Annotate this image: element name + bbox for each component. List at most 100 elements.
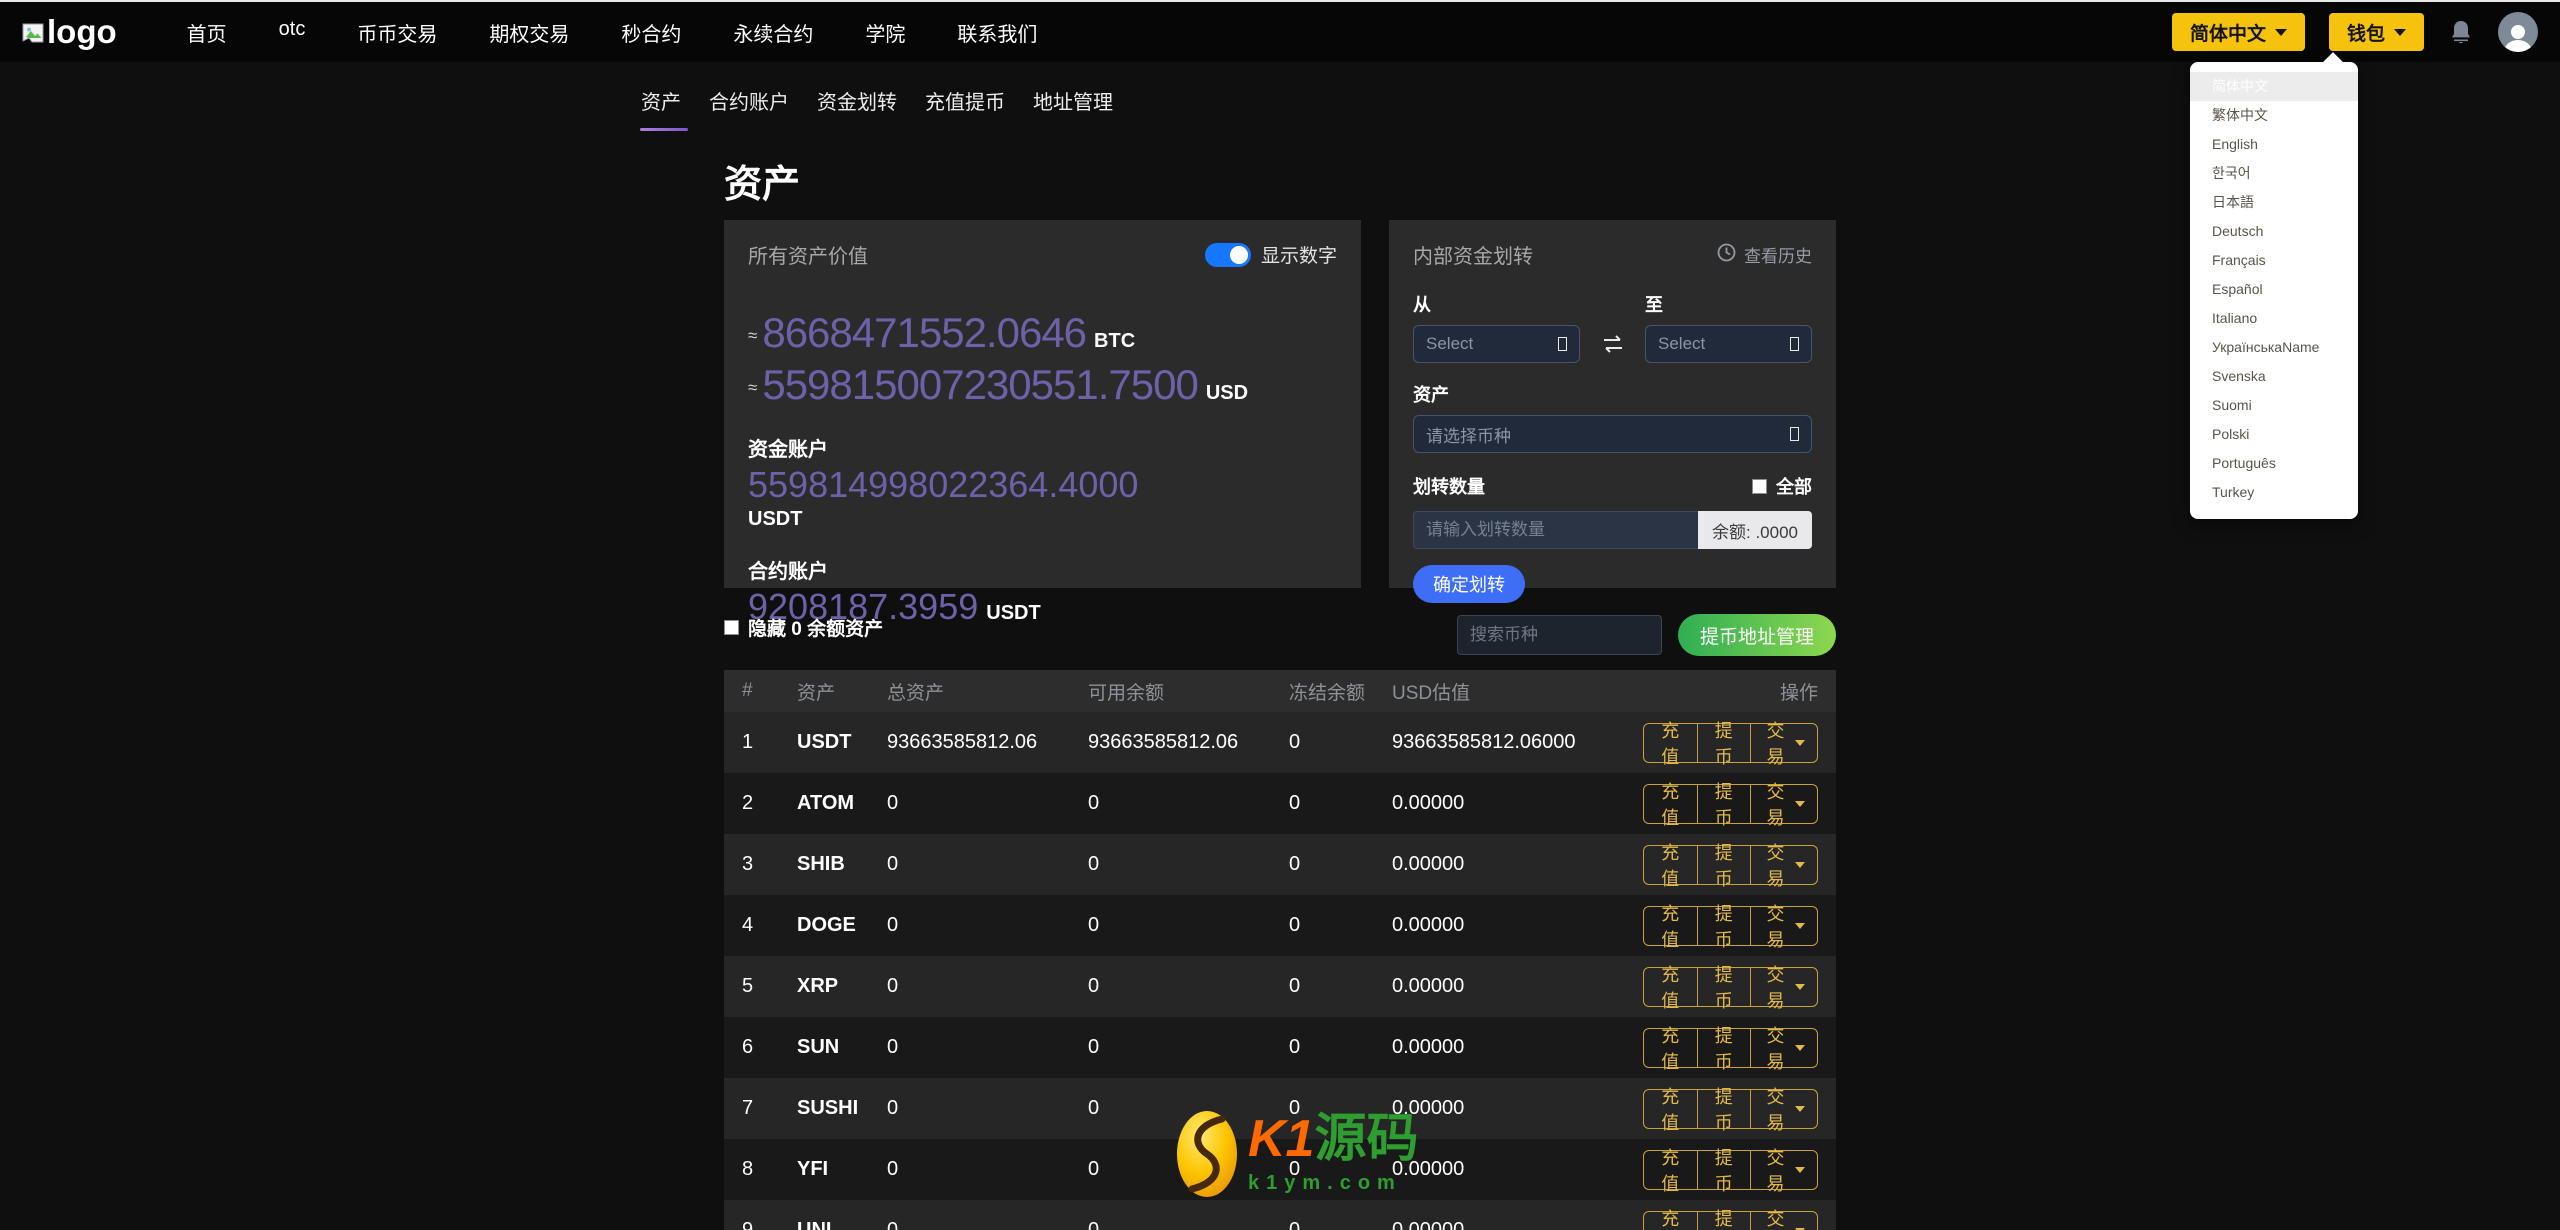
deposit-button[interactable]: 充值 xyxy=(1643,906,1698,946)
deposit-button[interactable]: 充值 xyxy=(1643,845,1698,885)
user-avatar[interactable] xyxy=(2498,12,2538,52)
language-option[interactable]: Português xyxy=(2190,449,2358,478)
from-select[interactable]: Select xyxy=(1413,325,1580,363)
hide-zero-checkbox[interactable] xyxy=(724,620,739,635)
withdraw-button[interactable]: 提币 xyxy=(1697,906,1752,946)
withdraw-button[interactable]: 提币 xyxy=(1697,723,1752,763)
main-content: 资产 所有资产价值 显示数字 ≈8668471552.0646BTC ≈5598… xyxy=(724,153,1836,1230)
asset-select[interactable]: 请选择币种 xyxy=(1413,415,1812,453)
row-available: 0 xyxy=(1088,1219,1289,1230)
nav-item[interactable]: 首页 xyxy=(187,18,227,47)
deposit-button[interactable]: 充值 xyxy=(1643,1089,1698,1129)
withdraw-address-button[interactable]: 提币地址管理 xyxy=(1678,614,1836,656)
nav-item[interactable]: 学院 xyxy=(865,18,905,47)
row-available: 0 xyxy=(1088,914,1289,937)
language-option[interactable]: Turkey xyxy=(2190,478,2358,507)
row-coin: ATOM xyxy=(797,792,887,815)
language-button[interactable]: 简体中文 xyxy=(2172,13,2305,51)
row-coin: DOGE xyxy=(797,914,887,937)
nav-item[interactable]: 秒合约 xyxy=(621,18,681,47)
from-label: 从 xyxy=(1413,291,1580,317)
nav-item[interactable]: 永续合约 xyxy=(733,18,813,47)
nav-item[interactable]: 期权交易 xyxy=(489,18,569,47)
language-option[interactable]: Polski xyxy=(2190,420,2358,449)
nav-item[interactable]: 联系我们 xyxy=(957,18,1037,47)
watermark-title: K1源码 xyxy=(1248,1110,1419,1168)
trade-dropdown-button[interactable]: 交易 xyxy=(1750,1211,1818,1230)
deposit-button[interactable]: 充值 xyxy=(1643,784,1698,824)
language-option[interactable]: 简体中文 xyxy=(2190,72,2358,101)
language-option[interactable]: Español xyxy=(2190,275,2358,304)
view-history-link[interactable]: 查看历史 xyxy=(1717,242,1812,267)
subnav-tab[interactable]: 合约账户 xyxy=(707,86,791,131)
row-coin: UNI xyxy=(797,1219,887,1230)
row-coin: YFI xyxy=(797,1158,887,1181)
withdraw-button[interactable]: 提币 xyxy=(1697,1211,1752,1230)
assets-table-header: # 资产 总资产 可用余额 冻结余额 USD估值 操作 xyxy=(724,670,1836,712)
toggle-switch-icon[interactable] xyxy=(1205,243,1251,267)
trade-dropdown-button[interactable]: 交易 xyxy=(1750,906,1818,946)
search-coin-input[interactable] xyxy=(1457,615,1662,655)
row-usd: 0.00000 xyxy=(1392,853,1643,876)
subnav-tab[interactable]: 资金划转 xyxy=(815,86,899,131)
language-option[interactable]: Deutsch xyxy=(2190,217,2358,246)
from-select-placeholder: Select xyxy=(1426,334,1473,354)
trade-dropdown-button[interactable]: 交易 xyxy=(1750,1028,1818,1068)
confirm-transfer-button[interactable]: 确定划转 xyxy=(1413,565,1525,603)
row-index: 8 xyxy=(742,1158,797,1181)
wallet-button[interactable]: 钱包 xyxy=(2329,13,2424,51)
deposit-button[interactable]: 充值 xyxy=(1643,1211,1698,1230)
assets-panel-title: 所有资产价值 xyxy=(748,240,868,269)
subnav-tab[interactable]: 充值提币 xyxy=(923,86,1007,131)
withdraw-button[interactable]: 提币 xyxy=(1697,784,1752,824)
notification-bell-icon[interactable] xyxy=(2448,18,2474,46)
trade-label: 交易 xyxy=(1763,961,1788,1013)
swap-direction-icon[interactable] xyxy=(1580,333,1645,355)
subnav-tab[interactable]: 地址管理 xyxy=(1031,86,1115,131)
show-numbers-toggle[interactable]: 显示数字 xyxy=(1205,241,1337,268)
trade-dropdown-button[interactable]: 交易 xyxy=(1750,967,1818,1007)
row-coin: SUN xyxy=(797,1036,887,1059)
deposit-button[interactable]: 充值 xyxy=(1643,967,1698,1007)
logo[interactable]: logo xyxy=(22,13,117,51)
amount-label: 划转数量 xyxy=(1413,473,1485,499)
col-asset: 资产 xyxy=(797,678,887,705)
trade-dropdown-button[interactable]: 交易 xyxy=(1750,845,1818,885)
language-option[interactable]: Italiano xyxy=(2190,304,2358,333)
language-option[interactable]: 日本語 xyxy=(2190,188,2358,217)
language-option[interactable]: Svenska xyxy=(2190,362,2358,391)
withdraw-button[interactable]: 提币 xyxy=(1697,845,1752,885)
deposit-button[interactable]: 充值 xyxy=(1643,1028,1698,1068)
to-select[interactable]: Select xyxy=(1645,325,1812,363)
deposit-button[interactable]: 充值 xyxy=(1643,723,1698,763)
all-checkbox[interactable] xyxy=(1752,479,1767,494)
select-caret-icon xyxy=(1558,337,1567,351)
withdraw-button[interactable]: 提币 xyxy=(1697,1150,1752,1190)
language-option[interactable]: 繁体中文 xyxy=(2190,101,2358,130)
language-option[interactable]: Suomi xyxy=(2190,391,2358,420)
nav-item[interactable]: 币币交易 xyxy=(357,18,437,47)
language-option[interactable]: English xyxy=(2190,130,2358,159)
subnav-tab[interactable]: 资产 xyxy=(639,86,683,131)
amount-input[interactable] xyxy=(1413,511,1698,549)
withdraw-button[interactable]: 提币 xyxy=(1697,1089,1752,1129)
row-frozen: 0 xyxy=(1289,914,1392,937)
withdraw-button[interactable]: 提币 xyxy=(1697,967,1752,1007)
trade-dropdown-button[interactable]: 交易 xyxy=(1750,723,1818,763)
row-actions: 充值 提币 交易 xyxy=(1643,967,1818,1007)
table-row: 2 ATOM 0 0 0 0.00000 充值 提币 交易 xyxy=(724,773,1836,834)
language-option[interactable]: 한국어 xyxy=(2190,159,2358,188)
hide-zero-balance[interactable]: 隐藏 0 余额资产 xyxy=(724,614,883,641)
top-navbar: logo 首页 otc 币币交易 期权交易 秒合约 永续合约 学院 联系我们 简体中文 钱包 xyxy=(0,2,2560,62)
row-total: 0 xyxy=(887,975,1088,998)
deposit-button[interactable]: 充值 xyxy=(1643,1150,1698,1190)
trade-dropdown-button[interactable]: 交易 xyxy=(1750,1150,1818,1190)
nav-item[interactable]: otc xyxy=(279,18,306,47)
withdraw-button[interactable]: 提币 xyxy=(1697,1028,1752,1068)
table-row: 6 SUN 0 0 0 0.00000 充值 提币 交易 xyxy=(724,1017,1836,1078)
btc-unit: BTC xyxy=(1094,330,1135,352)
trade-dropdown-button[interactable]: 交易 xyxy=(1750,1089,1818,1129)
language-option[interactable]: УкраїнськаName xyxy=(2190,333,2358,362)
language-option[interactable]: Français xyxy=(2190,246,2358,275)
trade-dropdown-button[interactable]: 交易 xyxy=(1750,784,1818,824)
